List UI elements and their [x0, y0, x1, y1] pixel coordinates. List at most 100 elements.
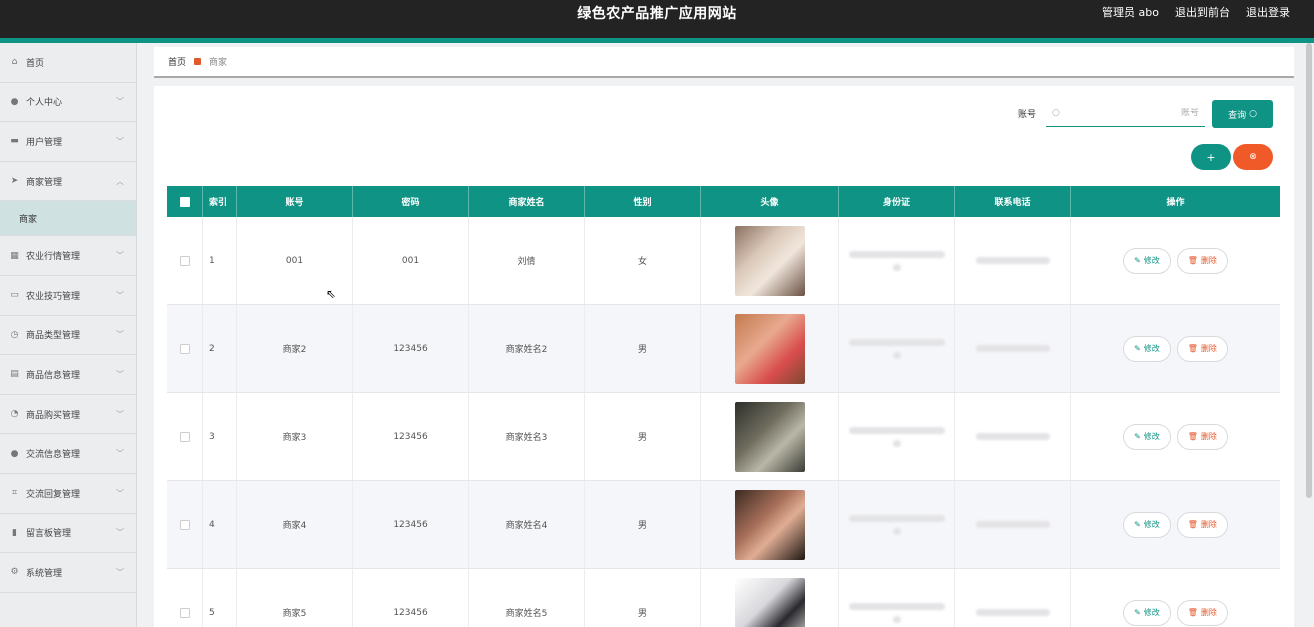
sidebar-item[interactable]: ➤ 商家管理 ︿: [0, 162, 136, 202]
breadcrumb: 首页 商家: [154, 47, 1294, 78]
user-icon: ●: [10, 448, 19, 459]
breadcrumb-home[interactable]: 首页: [168, 55, 186, 68]
cell-phone: [955, 305, 1071, 392]
delete-button[interactable]: 🗑 删除: [1176, 423, 1228, 450]
cell-password: 123456: [353, 481, 469, 568]
delete-button[interactable]: 🗑 删除: [1176, 511, 1228, 538]
chevron-down-icon: ﹀: [116, 567, 124, 577]
row-checkbox-cell: [167, 305, 203, 392]
blurred-phone: [975, 433, 1050, 440]
header-gender: 性别: [585, 186, 701, 217]
cell-avatar: [701, 569, 839, 627]
cell-id-card: [839, 481, 955, 568]
sidebar-item[interactable]: ◔ 商品购买管理 ﹀: [0, 395, 136, 435]
row-checkbox[interactable]: [179, 607, 190, 618]
sidebar-item[interactable]: ▤ 商品信息管理 ﹀: [0, 355, 136, 395]
to-frontend-link[interactable]: 退出到前台: [1175, 4, 1230, 20]
cell-phone: [955, 393, 1071, 480]
edit-button[interactable]: ✎ 修改: [1123, 247, 1171, 274]
table-body: 1 001 001 刘倩女 ✎ 修改 🗑 删除 2 商家2 123456 商家姓名2 男 ✎ 修改 🗑 删除 3 商…: [167, 217, 1280, 627]
row-checkbox-cell: [167, 481, 203, 568]
row-checkbox[interactable]: [179, 519, 190, 530]
search-input[interactable]: [1069, 108, 1199, 118]
delete-label: 删除: [1200, 608, 1217, 617]
sidebar-item[interactable]: ⌂ 首页: [0, 43, 136, 83]
blurred-phone: [975, 609, 1050, 616]
cell-actions: ✎ 修改 🗑 删除: [1071, 481, 1280, 568]
batch-delete-button[interactable]: ⊗: [1233, 144, 1273, 170]
row-checkbox[interactable]: [179, 343, 190, 354]
sidebar-item[interactable]: ⚙ 系统管理 ﹀: [0, 553, 136, 593]
cell-merchant-name: 商家姓名2: [469, 305, 585, 392]
cell-actions: ✎ 修改 🗑 删除: [1071, 569, 1280, 627]
row-checkbox-cell: [167, 393, 203, 480]
delete-button[interactable]: 🗑 删除: [1176, 335, 1228, 362]
query-button[interactable]: 查询 ○: [1212, 100, 1273, 128]
blurred-phone: [975, 345, 1050, 352]
edit-button[interactable]: ✎ 修改: [1123, 335, 1171, 362]
logout-link[interactable]: 退出登录: [1246, 4, 1290, 20]
cell-id-card: [839, 393, 955, 480]
sidebar-item[interactable]: ● 交流信息管理 ﹀: [0, 434, 136, 474]
sidebar-item-label: 交流信息管理: [26, 450, 81, 461]
sidebar-item[interactable]: ▦ 农业行情管理 ﹀: [0, 236, 136, 276]
cell-phone: [955, 481, 1071, 568]
sidebar-item[interactable]: ▭ 农业技巧管理 ﹀: [0, 276, 136, 316]
search-field[interactable]: ○: [1046, 100, 1205, 127]
admin-label: 管理员 abo: [1102, 6, 1159, 19]
top-bar: 绿色农产品推广应用网站 管理员 abo 退出到前台 退出登录: [0, 0, 1314, 38]
delete-button[interactable]: 🗑 删除: [1176, 247, 1228, 274]
chevron-down-icon: ﹀: [116, 449, 124, 459]
frame-icon: ⌗: [11, 488, 18, 499]
edit-button[interactable]: ✎ 修改: [1123, 423, 1171, 450]
avatar: [734, 313, 805, 384]
row-checkbox[interactable]: [179, 431, 190, 442]
row-checkbox-cell: [167, 217, 203, 304]
sidebar-item[interactable]: ▬ 用户管理 ﹀: [0, 122, 136, 162]
sidebar-item[interactable]: ● 个人中心 ﹀: [0, 83, 136, 123]
search-label: 账号: [1018, 110, 1037, 120]
cell-avatar: [701, 481, 839, 568]
delete-label: 删除: [1200, 432, 1217, 441]
blurred-id-card: [848, 338, 945, 359]
chevron-down-icon: ﹀: [116, 330, 124, 340]
cell-actions: ✎ 修改 🗑 删除: [1071, 305, 1280, 392]
sidebar-item[interactable]: ▮ 留言板管理 ﹀: [0, 514, 136, 554]
sidebar-item-label: 交流回复管理: [26, 489, 81, 500]
edit-label: 修改: [1143, 344, 1160, 353]
sidebar-item-label: 留言板管理: [26, 529, 72, 540]
edit-button[interactable]: ✎ 修改: [1123, 511, 1171, 538]
sidebar-item[interactable]: ◷ 商品类型管理 ﹀: [0, 316, 136, 356]
row-checkbox[interactable]: [179, 255, 190, 266]
cell-index: 2: [203, 305, 237, 392]
cell-gender: 男: [585, 481, 701, 568]
avatar: [734, 401, 805, 472]
cell-index: 5: [203, 569, 237, 627]
avatar: [734, 225, 805, 296]
header-password: 密码: [353, 186, 469, 217]
page-scrollbar[interactable]: [1306, 43, 1312, 498]
header-index: 索引: [203, 186, 237, 217]
edit-button[interactable]: ✎ 修改: [1123, 599, 1171, 626]
chevron-up-icon: ︿: [116, 176, 124, 186]
top-accent-bar: [0, 38, 1314, 43]
avatar: [734, 577, 805, 627]
cell-id-card: [839, 305, 955, 392]
select-all-checkbox[interactable]: [179, 196, 190, 207]
sidebar-subitem-merchant[interactable]: 商家: [0, 201, 136, 237]
header-account: 账号: [237, 186, 353, 217]
cell-merchant-name: 商家姓名3: [469, 393, 585, 480]
blurred-id-card: [848, 514, 945, 535]
trash-icon: 🗑: [1187, 520, 1198, 529]
header-avatar: 头像: [701, 186, 839, 217]
sidebar-item[interactable]: ⌗ 交流回复管理 ﹀: [0, 474, 136, 514]
table-row: 5 商家5 123456 商家姓名5 男 ✎ 修改 🗑 删除: [167, 569, 1280, 627]
delete-button[interactable]: 🗑 删除: [1176, 599, 1228, 626]
add-button[interactable]: +: [1191, 144, 1231, 170]
trash-icon: 🗑: [1187, 344, 1198, 353]
header-merchant-name: 商家姓名: [469, 186, 585, 217]
delete-label: 删除: [1200, 256, 1217, 265]
edit-label: 修改: [1143, 608, 1160, 617]
bar-chart-icon: ▮: [12, 527, 17, 538]
blurred-id-card: [848, 250, 945, 271]
